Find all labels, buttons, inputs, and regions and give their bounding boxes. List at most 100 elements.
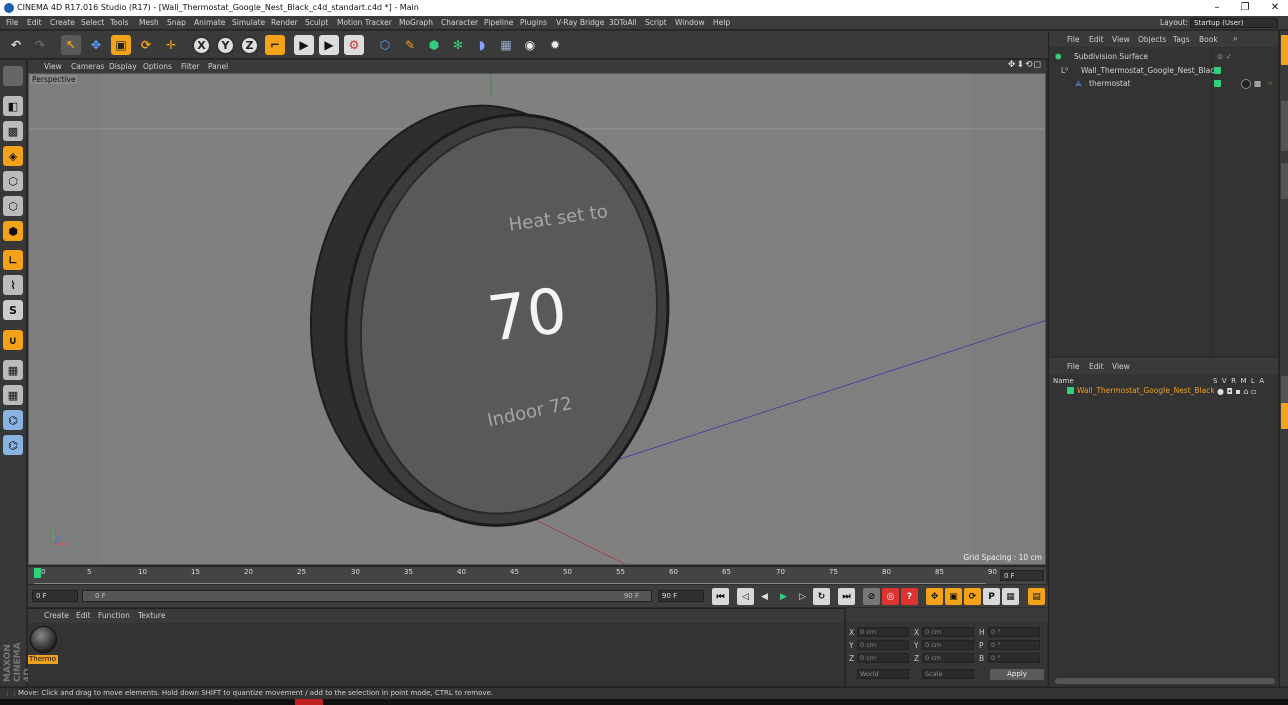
menu-simulate[interactable]: Simulate bbox=[232, 17, 265, 29]
z-axis-lock-button[interactable]: Z bbox=[240, 36, 259, 55]
layer-color-icon[interactable] bbox=[1214, 67, 1221, 74]
objects-menu-objects[interactable]: Objects bbox=[1138, 35, 1166, 44]
viewport-menu-options[interactable]: Options bbox=[143, 61, 172, 72]
go-to-end-icon[interactable]: ⏭ bbox=[838, 588, 855, 605]
menu-snap[interactable]: Snap bbox=[167, 17, 186, 29]
timeline-window-icon[interactable]: ▤ bbox=[1028, 588, 1045, 605]
rot-b-field[interactable]: 0 ° bbox=[988, 653, 1040, 663]
key-parameter-icon[interactable]: P bbox=[983, 588, 1000, 605]
menu-3dtoall[interactable]: 3DToAll bbox=[609, 17, 637, 29]
python-script-icon[interactable]: ⌬ bbox=[3, 435, 23, 455]
menu-render[interactable]: Render bbox=[271, 17, 298, 29]
key-scale-icon[interactable]: ▣ bbox=[945, 588, 962, 605]
menu-character[interactable]: Character bbox=[441, 17, 478, 29]
objects-menu-file[interactable]: File bbox=[1067, 35, 1080, 44]
viewport-menu-display[interactable]: Display bbox=[109, 61, 137, 72]
layers-menu-edit[interactable]: Edit bbox=[1089, 362, 1104, 371]
keyframe-selection-icon[interactable]: ? bbox=[901, 588, 918, 605]
tab-structure[interactable] bbox=[1281, 163, 1288, 199]
timeline-playhead[interactable] bbox=[34, 568, 41, 578]
menu-mesh[interactable]: Mesh bbox=[139, 17, 159, 29]
object-row-thermostat-mesh[interactable]: ⟁ thermostat ▩ ⁘ bbox=[1049, 77, 1279, 90]
start-frame-field[interactable]: 0 F bbox=[32, 590, 78, 602]
texture-mode-icon[interactable]: ▩ bbox=[3, 121, 23, 141]
current-frame-field[interactable]: 0 F bbox=[1000, 570, 1044, 581]
material-tag-icon[interactable] bbox=[1241, 79, 1251, 89]
render-picture-viewer-icon[interactable]: ▶ bbox=[319, 35, 339, 55]
key-rotation-icon[interactable]: ⟳ bbox=[964, 588, 981, 605]
object-row-thermostat-null[interactable]: L⁰ Wall_Thermostat_Google_Nest_Black bbox=[1049, 64, 1279, 77]
search-icon[interactable]: ⌕ bbox=[1233, 34, 1238, 44]
undo-icon[interactable]: ↶ bbox=[6, 35, 26, 55]
rot-p-field[interactable]: 0 ° bbox=[988, 640, 1040, 650]
pos-z-field[interactable]: 0 cm bbox=[857, 653, 909, 663]
size-mode-select[interactable]: Scale bbox=[922, 669, 974, 679]
objects-menu-book[interactable]: Book bbox=[1199, 35, 1218, 44]
menu-animate[interactable]: Animate bbox=[194, 17, 225, 29]
size-z-field[interactable]: 0 cm bbox=[922, 653, 974, 663]
viewport-menu-cameras[interactable]: Cameras bbox=[71, 61, 104, 72]
tweak-mode-icon[interactable]: ⌇ bbox=[3, 275, 23, 295]
axis-mode-icon[interactable]: ∟ bbox=[3, 250, 23, 270]
render-view-icon[interactable]: ▶ bbox=[294, 35, 314, 55]
cube-object-icon[interactable]: ⬡ bbox=[375, 35, 395, 55]
points-mode-icon[interactable]: ⬡ bbox=[3, 171, 23, 191]
subdivision-surface-icon[interactable]: ⬢ bbox=[424, 35, 444, 55]
next-frame-icon[interactable]: ▷ bbox=[794, 588, 811, 605]
coordinate-system-icon[interactable]: ⌐ bbox=[265, 35, 285, 55]
material-thumbnail[interactable] bbox=[30, 626, 57, 653]
objects-menu-tags[interactable]: Tags bbox=[1173, 35, 1190, 44]
make-editable-icon[interactable] bbox=[3, 66, 23, 86]
rot-h-field[interactable]: 0 ° bbox=[988, 627, 1040, 637]
object-row-subdivision[interactable]: ⬢ Subdivision Surface ⊘ ✓ bbox=[1049, 50, 1279, 63]
layer-flag-icons[interactable]: ● ◘ ▪ ⌂ ▫ bbox=[1217, 387, 1256, 396]
menu-pipeline[interactable]: Pipeline bbox=[484, 17, 513, 29]
viewport-menu-panel[interactable]: Panel bbox=[208, 61, 228, 72]
texture-tag-icon[interactable]: ▩ bbox=[1254, 77, 1261, 90]
next-key-icon[interactable]: ↻ bbox=[813, 588, 830, 605]
objects-menu-edit[interactable]: Edit bbox=[1089, 35, 1104, 44]
edges-mode-icon[interactable]: ⬡ bbox=[3, 196, 23, 216]
menu-script[interactable]: Script bbox=[645, 17, 667, 29]
key-position-icon[interactable]: ✥ bbox=[926, 588, 943, 605]
coordinate-mode-select[interactable]: World bbox=[857, 669, 909, 679]
horizontal-scrollbar[interactable] bbox=[1055, 678, 1275, 684]
autokey-icon[interactable]: ◎ bbox=[882, 588, 899, 605]
tab-content-browser[interactable] bbox=[1281, 101, 1288, 151]
workplane-mode-icon[interactable]: ◈ bbox=[3, 146, 23, 166]
material-menu-texture[interactable]: Texture bbox=[138, 611, 165, 620]
pos-y-field[interactable]: 0 cm bbox=[857, 640, 909, 650]
pen-spline-icon[interactable]: ✎ bbox=[400, 35, 420, 55]
cloner-icon[interactable]: ✻ bbox=[448, 35, 468, 55]
perspective-viewport[interactable]: Perspective Heat set to 70 Indoor 72 Gri… bbox=[28, 73, 1046, 565]
menu-tools[interactable]: Tools bbox=[110, 17, 128, 29]
timeline-ruler[interactable]: 0 5 10 15 20 25 30 35 40 45 50 55 60 65 … bbox=[28, 566, 1046, 584]
record-keyframe-icon[interactable]: ⊘ bbox=[863, 588, 880, 605]
menu-sculpt[interactable]: Sculpt bbox=[305, 17, 328, 29]
menu-motion-tracker[interactable]: Motion Tracker bbox=[337, 17, 392, 29]
apply-button[interactable]: Apply bbox=[990, 669, 1044, 680]
x-axis-lock-button[interactable]: X bbox=[192, 36, 211, 55]
menu-plugins[interactable]: Plugins bbox=[520, 17, 547, 29]
menu-mograph[interactable]: MoGraph bbox=[399, 17, 433, 29]
viewport-navigation-icons[interactable]: ✥⬇⟲◻ bbox=[1008, 60, 1042, 70]
menu-vray-bridge[interactable]: V-Ray Bridge bbox=[556, 17, 604, 29]
workplane-lock-icon[interactable]: ▦ bbox=[3, 385, 23, 405]
layer-row[interactable]: Wall_Thermostat_Google_Nest_Black bbox=[1077, 386, 1215, 395]
model-mode-icon[interactable]: ◧ bbox=[3, 96, 23, 116]
restore-button[interactable]: ❐ bbox=[1232, 0, 1258, 16]
material-menu-edit[interactable]: Edit bbox=[76, 611, 91, 620]
layers-menu-file[interactable]: File bbox=[1067, 362, 1080, 371]
magnet-icon[interactable]: ∪ bbox=[3, 330, 23, 350]
size-y-field[interactable]: 0 cm bbox=[922, 640, 974, 650]
play-icon[interactable]: ▶ bbox=[775, 588, 792, 605]
objects-menu-view[interactable]: View bbox=[1112, 35, 1130, 44]
python-icon[interactable]: ⌬ bbox=[3, 410, 23, 430]
menu-create[interactable]: Create bbox=[50, 17, 75, 29]
taskbar-active-item[interactable] bbox=[295, 699, 323, 705]
key-point-level-icon[interactable]: ▦ bbox=[1002, 588, 1019, 605]
menu-file[interactable]: File bbox=[6, 17, 19, 29]
floor-environment-icon[interactable]: ▦ bbox=[496, 35, 516, 55]
close-button[interactable]: ✕ bbox=[1262, 0, 1288, 16]
tab-layers[interactable] bbox=[1281, 403, 1288, 429]
